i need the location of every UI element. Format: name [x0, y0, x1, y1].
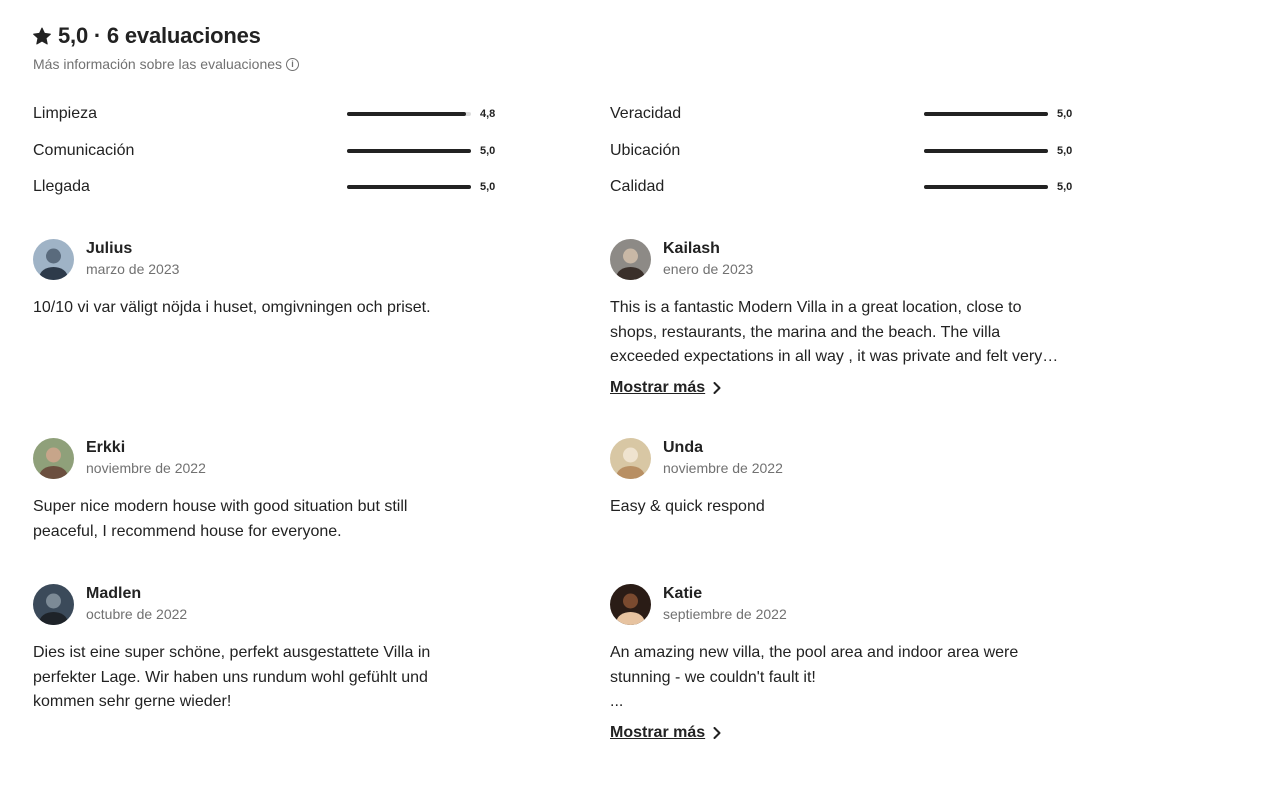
review-text-line: ... [610, 693, 624, 710]
ratings-info-label[interactable]: Más información sobre las evaluaciones [33, 56, 282, 72]
star-icon [33, 27, 51, 45]
review-card: Unda noviembre de 2022 Easy & quick respon… [610, 437, 1080, 520]
review-text-line: Dies ist eine super schöne, perfekt ausg… [33, 644, 431, 661]
avatar[interactable] [33, 238, 74, 280]
show-more-label[interactable]: Mostrar más [610, 376, 705, 400]
reviewer-name: Katie [663, 585, 703, 602]
rating-bar [924, 149, 1048, 153]
review-card: Madlen octubre de 2022 Dies ist eine super… [33, 583, 503, 715]
rating-row-ubicación: Ubicación 5,0 [610, 139, 1080, 163]
review-text: Easy & quick respond [610, 495, 1080, 520]
review-header: Unda noviembre de 2022 [610, 437, 1080, 479]
review-card: Katie septiembre de 2022 An amazing new vi… [610, 583, 1080, 745]
review-text-line: exceeded expectations in all way , it wa… [610, 348, 1059, 365]
rating-value: 5,0 [480, 181, 496, 193]
avatar[interactable] [610, 437, 651, 479]
review-text-line: Super nice modern house with good situat… [33, 498, 408, 515]
rating-bar [347, 185, 471, 189]
rating-bar-fill [924, 149, 1048, 153]
review-date: octubre de 2022 [86, 606, 188, 622]
review-text-line: perfekter Lage. Wir haben uns rundum woh… [33, 668, 428, 686]
review-text: An amazing new villa, the pool area and … [610, 641, 1080, 715]
review-date: noviembre de 2022 [663, 460, 783, 476]
review-card: Julius marzo de 2023 10/10 vi var väligt n… [33, 238, 503, 321]
rating-value: 5,0 [1057, 145, 1073, 157]
show-more-button[interactable]: Mostrar más [610, 721, 721, 745]
review-text-line: Easy & quick respond [610, 498, 765, 515]
review-text-line: peaceful, I recommend house for everyone… [33, 522, 342, 540]
review-meta: Erkki noviembre de 2022 [86, 438, 206, 478]
rating-label: Comunicación [33, 142, 135, 159]
rating-label: Calidad [610, 178, 665, 195]
rating-value: 5,0 [480, 145, 496, 157]
rating-row-veracidad: Veracidad 5,0 [610, 102, 1080, 126]
rating-bar [347, 112, 471, 116]
review-header: Kailash enero de 2023 [610, 238, 1080, 280]
rating-value: 5,0 [1057, 181, 1073, 193]
avatar[interactable] [610, 583, 651, 625]
review-meta: Kailash enero de 2023 [663, 239, 753, 279]
reviews-header: 5,0 · 6 evaluaciones Más información sob… [33, 22, 300, 72]
reviewer-name: Madlen [86, 585, 142, 602]
review-header: Katie septiembre de 2022 [610, 583, 1080, 625]
rating-bar [924, 185, 1048, 189]
reviewer-name: Julius [86, 240, 133, 257]
rating-summary-title: 5,0 · 6 evaluaciones [58, 23, 261, 48]
rating-label: Ubicación [610, 142, 681, 159]
rating-bar [347, 149, 471, 153]
avatar[interactable] [33, 437, 74, 479]
reviewer-name: Unda [663, 439, 703, 456]
review-date: marzo de 2023 [86, 261, 180, 277]
review-text: This is a fantastic Modern Villa in a gr… [610, 296, 1080, 370]
avatar[interactable] [33, 583, 74, 625]
review-meta: Katie septiembre de 2022 [663, 584, 787, 624]
rating-bar-fill [347, 112, 467, 116]
chevron-right-icon[interactable] [713, 381, 721, 394]
rating-value: 4,8 [480, 108, 496, 120]
rating-label: Limpieza [33, 105, 98, 122]
rating-bar-fill [924, 112, 1048, 116]
review-text-line: 10/10 vi var väligt nöjda i huset, omgiv… [33, 299, 431, 316]
review-text: Dies ist eine super schöne, perfekt ausg… [33, 641, 503, 715]
rating-row-calidad: Calidad 5,0 [610, 175, 1080, 199]
rating-label: Veracidad [610, 105, 682, 122]
rating-row-limpieza: Limpieza 4,8 [33, 102, 503, 126]
review-date: septiembre de 2022 [663, 606, 787, 622]
reviews-title-row: 5,0 · 6 evaluaciones [33, 22, 299, 50]
review-text-line: This is a fantastic Modern Villa in a gr… [610, 299, 1022, 316]
avatar[interactable] [610, 238, 651, 280]
review-header: Erkki noviembre de 2022 [33, 437, 503, 479]
review-meta: Julius marzo de 2023 [86, 239, 179, 279]
rating-value: 5,0 [1057, 108, 1073, 120]
show-more-button[interactable]: Mostrar más [610, 376, 721, 400]
rating-bar-fill [347, 185, 471, 189]
review-card: Kailash enero de 2023 This is a fantastic … [610, 238, 1080, 400]
review-meta: Madlen octubre de 2022 [86, 584, 187, 624]
review-header: Madlen octubre de 2022 [33, 583, 503, 625]
rating-bar-fill [347, 149, 471, 153]
review-text-line: kommen sehr gerne wieder! [33, 693, 232, 710]
review-meta: Unda noviembre de 2022 [663, 438, 783, 478]
review-card: Erkki noviembre de 2022 Super nice modern … [33, 437, 503, 544]
ratings-info-link[interactable]: Más información sobre las evaluaciones i [33, 56, 300, 72]
reviewer-name: Erkki [86, 439, 126, 456]
rating-bar-fill [924, 185, 1048, 189]
review-date: noviembre de 2022 [86, 460, 206, 476]
rating-row-comunicación: Comunicación 5,0 [33, 139, 503, 163]
rating-label: Llegada [33, 178, 90, 195]
chevron-right-icon[interactable] [713, 726, 721, 739]
review-text-line: shops, restaurants, the marina and the b… [610, 323, 1001, 341]
show-more-label[interactable]: Mostrar más [610, 721, 705, 745]
rating-bar [924, 112, 1048, 116]
review-header: Julius marzo de 2023 [33, 238, 503, 280]
review-text: 10/10 vi var väligt nöjda i huset, omgiv… [33, 296, 503, 321]
rating-row-llegada: Llegada 5,0 [33, 175, 503, 199]
reviewer-name: Kailash [663, 240, 720, 257]
review-text-line: An amazing new villa, the pool area and … [610, 644, 1019, 661]
info-icon[interactable]: i [286, 57, 300, 71]
review-date: enero de 2023 [663, 261, 754, 277]
review-text: Super nice modern house with good situat… [33, 495, 503, 544]
review-text-line: stunning - we couldn't fault it! [610, 668, 816, 686]
